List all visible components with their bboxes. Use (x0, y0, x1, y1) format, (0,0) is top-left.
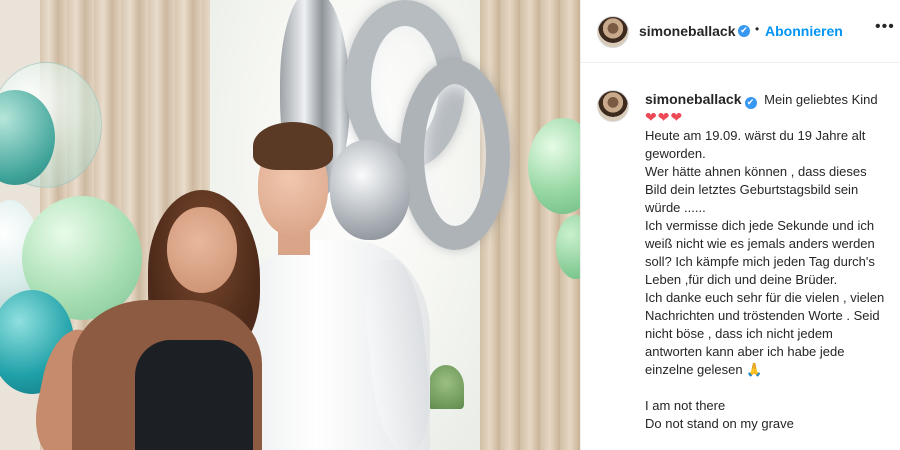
header-username[interactable]: simoneballack (639, 23, 736, 39)
plant (428, 365, 464, 409)
verified-badge-icon: ✔ (738, 25, 750, 37)
hearts-emoji: ❤❤❤ (645, 110, 684, 126)
caption: simoneballack ✔ Mein geliebtes Kind ❤❤❤ H… (581, 64, 900, 450)
caption-username[interactable]: simoneballack (645, 91, 742, 107)
more-options-icon[interactable]: ••• (875, 18, 895, 36)
caption-body: simoneballack ✔ Mein geliebtes Kind ❤❤❤ H… (645, 90, 885, 433)
follow-button[interactable]: Abonnieren (765, 23, 843, 39)
young-man-hair (253, 122, 333, 170)
post-side-panel: simoneballack ✔ • Abonnieren ••• simoneb… (580, 0, 900, 450)
woman-face (167, 207, 237, 293)
foil-balloon (400, 60, 510, 250)
foil-balloon (330, 140, 410, 240)
caption-head: simoneballack ✔ Mein geliebtes Kind (645, 90, 885, 109)
avatar[interactable] (597, 16, 629, 48)
caption-first-line: Mein geliebtes Kind (764, 92, 878, 107)
verified-badge-icon: ✔ (744, 97, 757, 109)
woman-dress (135, 340, 253, 450)
post-photo[interactable] (0, 0, 580, 450)
caption-text: Heute am 19.09. wärst du 19 Jahre alt ge… (645, 128, 885, 431)
separator-dot: • (755, 22, 760, 36)
post-header: simoneballack ✔ • Abonnieren ••• (581, 0, 900, 63)
caption-avatar[interactable] (597, 90, 629, 122)
